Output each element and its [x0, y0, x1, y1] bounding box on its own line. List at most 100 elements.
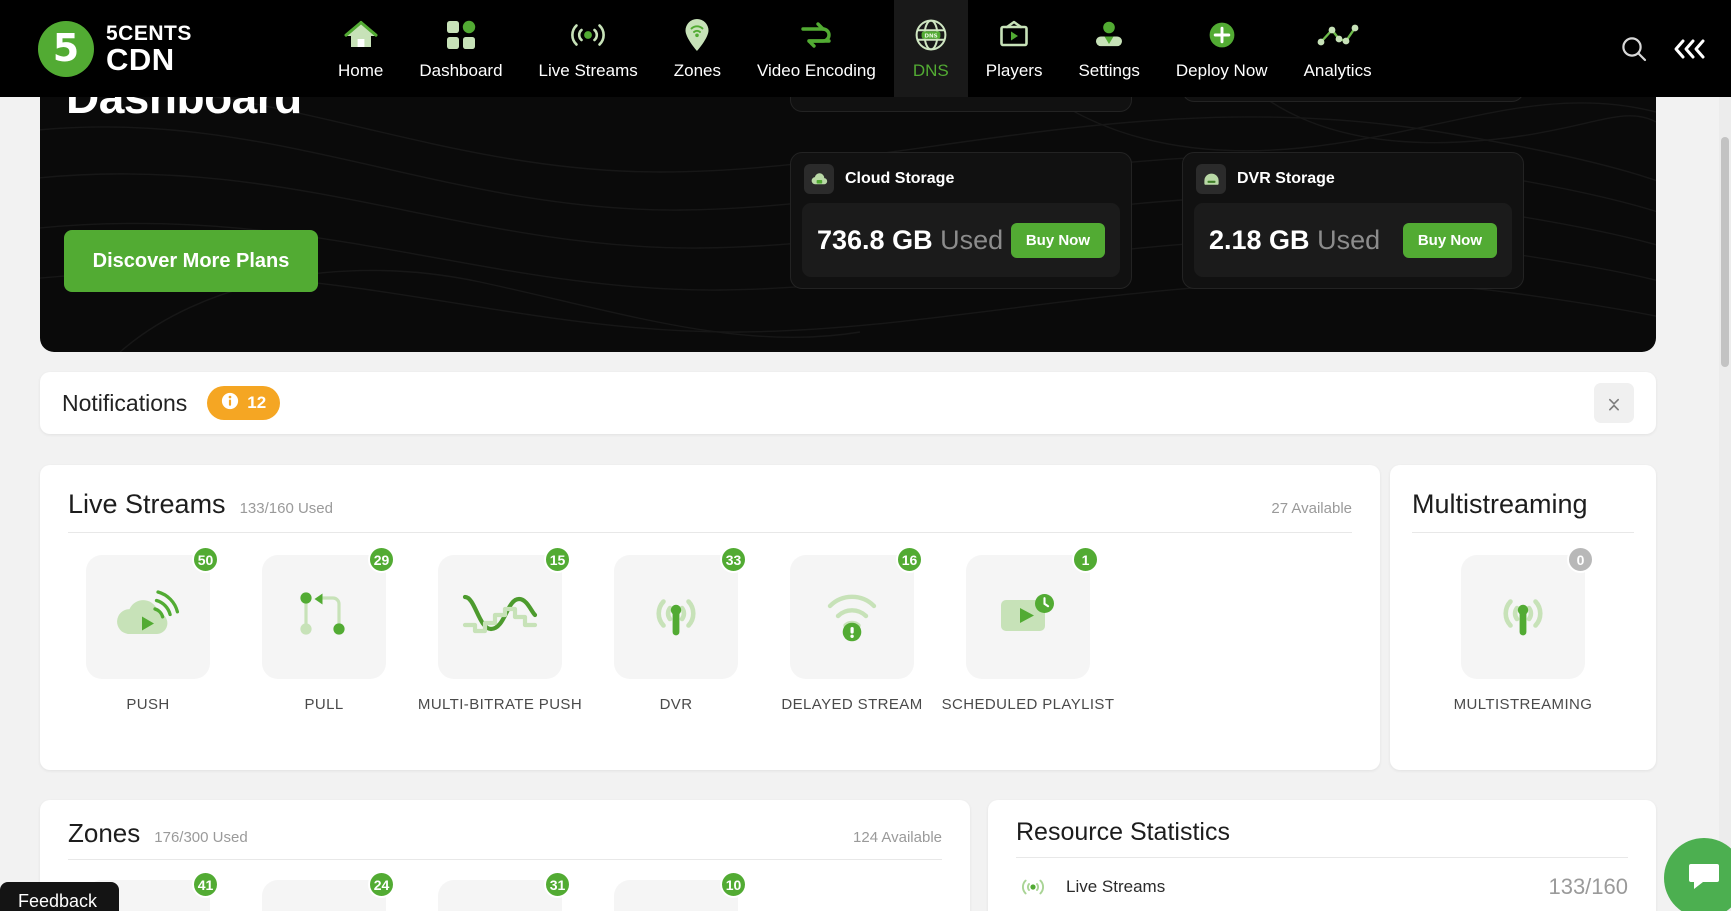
multistreaming-panel: Multistreaming 0 MULTISTREAMING	[1390, 465, 1656, 770]
tile-box: 50	[86, 546, 219, 679]
tile-count-badge: 24	[368, 871, 395, 898]
resource-statistics-panel: Resource Statistics Live Streams 133/160	[988, 800, 1656, 911]
nav-label: Video Encoding	[756, 60, 876, 80]
tile-count-badge: 50	[192, 546, 219, 573]
top-navigation-bar: 5 5CENTS CDN Home Dashboard Live Streams…	[0, 0, 1731, 97]
nav-item-dashboard[interactable]: Dashboard	[401, 0, 520, 97]
cloud-storage-buy-now-button[interactable]: Buy Now	[1010, 222, 1105, 258]
live-streams-title: Live Streams	[68, 489, 226, 519]
notifications-bar[interactable]: Notifications 12	[40, 372, 1656, 434]
tile-box: 16	[790, 546, 923, 679]
page-scrollbar[interactable]	[1719, 97, 1731, 911]
cloud-storage-card: Cloud Storage 736.8 GB Used Buy Now	[790, 152, 1132, 289]
live-stream-tile-push[interactable]: 50 PUSH	[60, 546, 236, 713]
nav-item-analytics[interactable]: Analytics	[1286, 0, 1390, 97]
line-chart-icon	[1316, 15, 1360, 55]
nav-item-live-streams[interactable]: Live Streams	[521, 0, 656, 97]
nav-right-actions	[1619, 34, 1707, 64]
nav-item-deploy-now[interactable]: Deploy Now	[1158, 0, 1286, 97]
nav-label: Analytics	[1303, 60, 1372, 80]
tile-box: 29	[262, 546, 395, 679]
nav-item-zones[interactable]: Zones	[656, 0, 739, 97]
tv-play-icon	[997, 15, 1031, 55]
tile-box: 33	[614, 546, 747, 679]
nav-label: Dashboard	[419, 60, 503, 80]
globe-dns-icon: DNS	[914, 15, 948, 55]
live-stream-tile-pull[interactable]: 29 PULL	[236, 546, 412, 713]
zone-tile[interactable]: 31	[412, 871, 588, 911]
cloud-storage-title: Cloud Storage	[845, 170, 955, 187]
nav-label: Live Streams	[538, 60, 638, 80]
resource-row-label: Live Streams	[1066, 877, 1166, 896]
zones-tiles: 41 24 31 10	[40, 860, 970, 911]
hero-dashboard-card: Dashboard Discover More Plans Cloud Stor…	[40, 52, 1656, 352]
dvr-storage-icon	[1196, 164, 1226, 194]
brand-line-2: CDN	[106, 41, 175, 77]
brand-logo[interactable]: 5 5CENTS CDN	[38, 20, 278, 77]
dvr-storage-buy-now-button[interactable]: Buy Now	[1402, 222, 1497, 258]
tile-label: MULTISTREAMING	[1453, 696, 1593, 713]
multistreaming-tile[interactable]: 0 MULTISTREAMING	[1435, 546, 1611, 713]
dvr-storage-value: 2.18 GB	[1209, 224, 1310, 255]
tile-count-badge: 10	[720, 871, 747, 898]
tile-label: DELAYED STREAM	[781, 696, 923, 713]
live-streams-tiles: 50 PUSH 29 PULL 15 MULTI-BITRATE PUSH 33…	[40, 533, 1380, 713]
broadcast-tower-icon	[1492, 584, 1554, 651]
tile-box: 10	[614, 871, 747, 911]
feedback-tab-button[interactable]: Feedback	[0, 882, 120, 911]
notifications-badge: 12	[207, 386, 281, 420]
tile-count-badge: 33	[720, 546, 747, 573]
chat-bubble-icon	[1683, 857, 1725, 900]
wifi-delay-icon	[821, 586, 883, 649]
live-streams-panel: Live Streams 133/160 Used 27 Available 5…	[40, 465, 1380, 770]
pull-nodes-icon	[292, 584, 356, 651]
tile-label: DVR	[659, 696, 693, 713]
tile-box: 31	[438, 871, 571, 911]
tile-box: 1	[966, 546, 1099, 679]
dvr-storage-card: DVR Storage 2.18 GB Used Buy Now	[1182, 152, 1524, 289]
grid-icon	[445, 15, 477, 55]
logo-mark-icon: 5	[38, 20, 94, 77]
svg-text:DNS: DNS	[924, 33, 937, 39]
zones-available: 124 Available	[853, 829, 942, 846]
chat-widget-button[interactable]	[1664, 838, 1731, 911]
live-stream-tile-scheduled-playlist[interactable]: 1 SCHEDULED PLAYLIST	[940, 546, 1116, 713]
search-icon[interactable]	[1619, 34, 1649, 64]
nav-items: Home Dashboard Live Streams Zones Video …	[320, 0, 1390, 97]
broadcast-icon	[567, 15, 609, 55]
resource-row-value: 133/160	[1548, 874, 1628, 899]
plus-circle-icon	[1207, 15, 1237, 55]
discover-more-plans-button[interactable]: Discover More Plans	[64, 230, 318, 292]
cloud-storage-value: 736.8 GB	[817, 224, 933, 255]
tile-count-badge: 1	[1072, 546, 1099, 573]
nav-label: Players	[985, 60, 1043, 80]
tile-count-badge: 15	[544, 546, 571, 573]
cloud-storage-unit: Used	[940, 224, 1004, 255]
user-icon	[1092, 15, 1126, 55]
map-pin-wifi-icon	[682, 15, 712, 55]
tile-label: PULL	[304, 696, 344, 713]
nav-item-settings[interactable]: Settings	[1060, 0, 1157, 97]
live-stream-tile-delayed-stream[interactable]: 16 DELAYED STREAM	[764, 546, 940, 713]
logo-mark-text: 5	[52, 25, 80, 70]
chevrons-left-icon[interactable]	[1671, 36, 1707, 62]
nav-item-players[interactable]: Players	[968, 0, 1061, 97]
tile-label: MULTI-BITRATE PUSH	[417, 696, 583, 713]
nav-label: Home	[338, 60, 384, 80]
nav-item-video-encoding[interactable]: Video Encoding	[739, 0, 894, 97]
tile-count-badge: 29	[368, 546, 395, 573]
waveform-icon	[461, 587, 539, 648]
notifications-collapse-button[interactable]	[1594, 383, 1634, 423]
scrollbar-thumb[interactable]	[1721, 137, 1729, 367]
resource-statistics-title: Resource Statistics	[1016, 818, 1230, 846]
nav-label: Settings	[1078, 60, 1140, 80]
nav-item-dns[interactable]: DNS DNS	[893, 0, 968, 97]
tile-count-badge: 31	[544, 871, 571, 898]
live-stream-tile-multi-bitrate-push[interactable]: 15 MULTI-BITRATE PUSH	[412, 546, 588, 713]
zones-title: Zones	[68, 818, 141, 848]
nav-item-home[interactable]: Home	[320, 0, 401, 97]
live-stream-tile-dvr[interactable]: 33 DVR	[588, 546, 764, 713]
zone-tile[interactable]: 24	[236, 871, 412, 911]
zone-tile[interactable]: 10	[588, 871, 764, 911]
tile-count-badge: 41	[192, 871, 219, 898]
